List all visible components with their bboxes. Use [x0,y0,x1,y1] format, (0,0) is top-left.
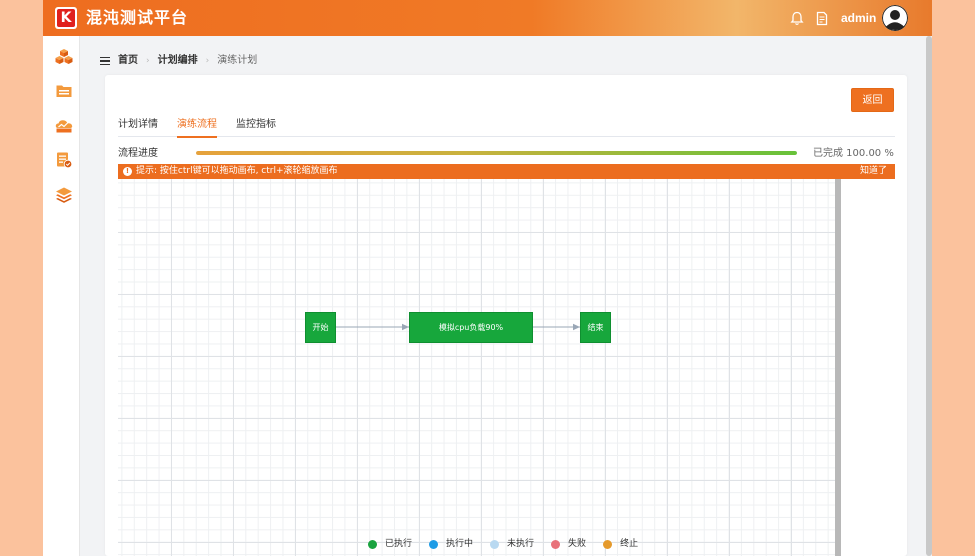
tab-monitor-metrics[interactable]: 监控指标 [236,118,276,137]
flow-edges [336,323,580,331]
app-window: K 混沌测试平台 admin 首页 › 计划编排 › 演练计划 返回 计划详情 … [43,0,932,556]
flow-node-start[interactable]: 开始 [305,312,336,343]
legend-item-pending: 未执行 [490,537,534,551]
legend-label: 未执行 [507,539,535,549]
page-scrollbar[interactable] [926,36,932,556]
cubes-icon[interactable] [55,48,73,66]
breadcrumb-separator-icon: › [146,56,150,66]
menu-toggle-icon[interactable] [100,56,110,66]
legend-dot [490,539,500,549]
legend-item-failed: 失败 [551,537,586,551]
tab-plan-details[interactable]: 计划详情 [118,118,158,137]
legend-item-running: 执行中 [429,537,473,551]
info-icon: ! [123,167,132,176]
breadcrumb-home[interactable]: 首页 [118,54,138,68]
legend-label: 已执行 [385,539,413,549]
legend-item-terminated: 终止 [603,537,638,551]
main-card: 返回 计划详情 演练流程 监控指标 流程进度 已完成 100.00 % ! 提示… [105,75,907,556]
cloud-monitor-icon[interactable] [55,117,73,135]
legend-dot [368,539,377,549]
username[interactable]: admin [841,11,876,26]
tip-dismiss-button[interactable]: 知道了 [860,164,887,179]
legend-dot [603,539,613,549]
flow-node-task[interactable]: 模拟cpu负载90% [409,312,533,343]
progress-bar-fill [196,151,797,155]
app-title: 混沌测试平台 [86,8,189,27]
legend-item-executed: 已执行 [368,537,412,551]
avatar[interactable] [882,5,908,31]
tab-drill-flow[interactable]: 演练流程 [177,118,217,138]
flow-node-end[interactable]: 结束 [580,312,611,343]
progress-bar [196,151,797,155]
legend-label: 失败 [568,539,587,549]
document-icon[interactable] [815,11,829,26]
progress-text: 已完成 100.00 % [813,148,894,159]
legend-dot [429,539,439,549]
legend-label: 执行中 [446,539,474,549]
breadcrumb-separator-icon: › [205,56,210,66]
layers-icon[interactable] [55,186,73,204]
legend-dot [551,539,561,549]
breadcrumb: 首页 › 计划编排 › 演练计划 [100,54,257,68]
back-button[interactable]: 返回 [851,88,894,112]
bell-icon[interactable] [790,11,804,26]
tab-bar: 计划详情 演练流程 监控指标 [118,118,895,138]
tip-text: 提示: 按住ctrl键可以拖动画布, ctrl+滚轮缩放画布 [136,166,338,176]
top-bar: K 混沌测试平台 admin [43,0,932,36]
status-legend: 已执行 执行中 未执行 失败 终止 [368,537,655,551]
legend-label: 终止 [620,539,639,549]
flow-canvas[interactable]: 开始 模拟cpu负载90% 结束 [118,179,835,556]
breadcrumb-current: 演练计划 [217,55,258,66]
logo: K [55,7,77,29]
progress-label: 流程进度 [118,148,158,159]
report-icon[interactable] [55,151,73,169]
breadcrumb-plan-orchestration[interactable]: 计划编排 [158,54,198,68]
tip-banner: ! 提示: 按住ctrl键可以拖动画布, ctrl+滚轮缩放画布 知道了 [118,164,895,179]
user-avatar-icon [882,5,908,31]
logo-letter: K [57,9,75,27]
canvas-scrollbar[interactable] [835,179,841,556]
folder-icon[interactable] [55,82,73,100]
sidebar [43,36,80,556]
